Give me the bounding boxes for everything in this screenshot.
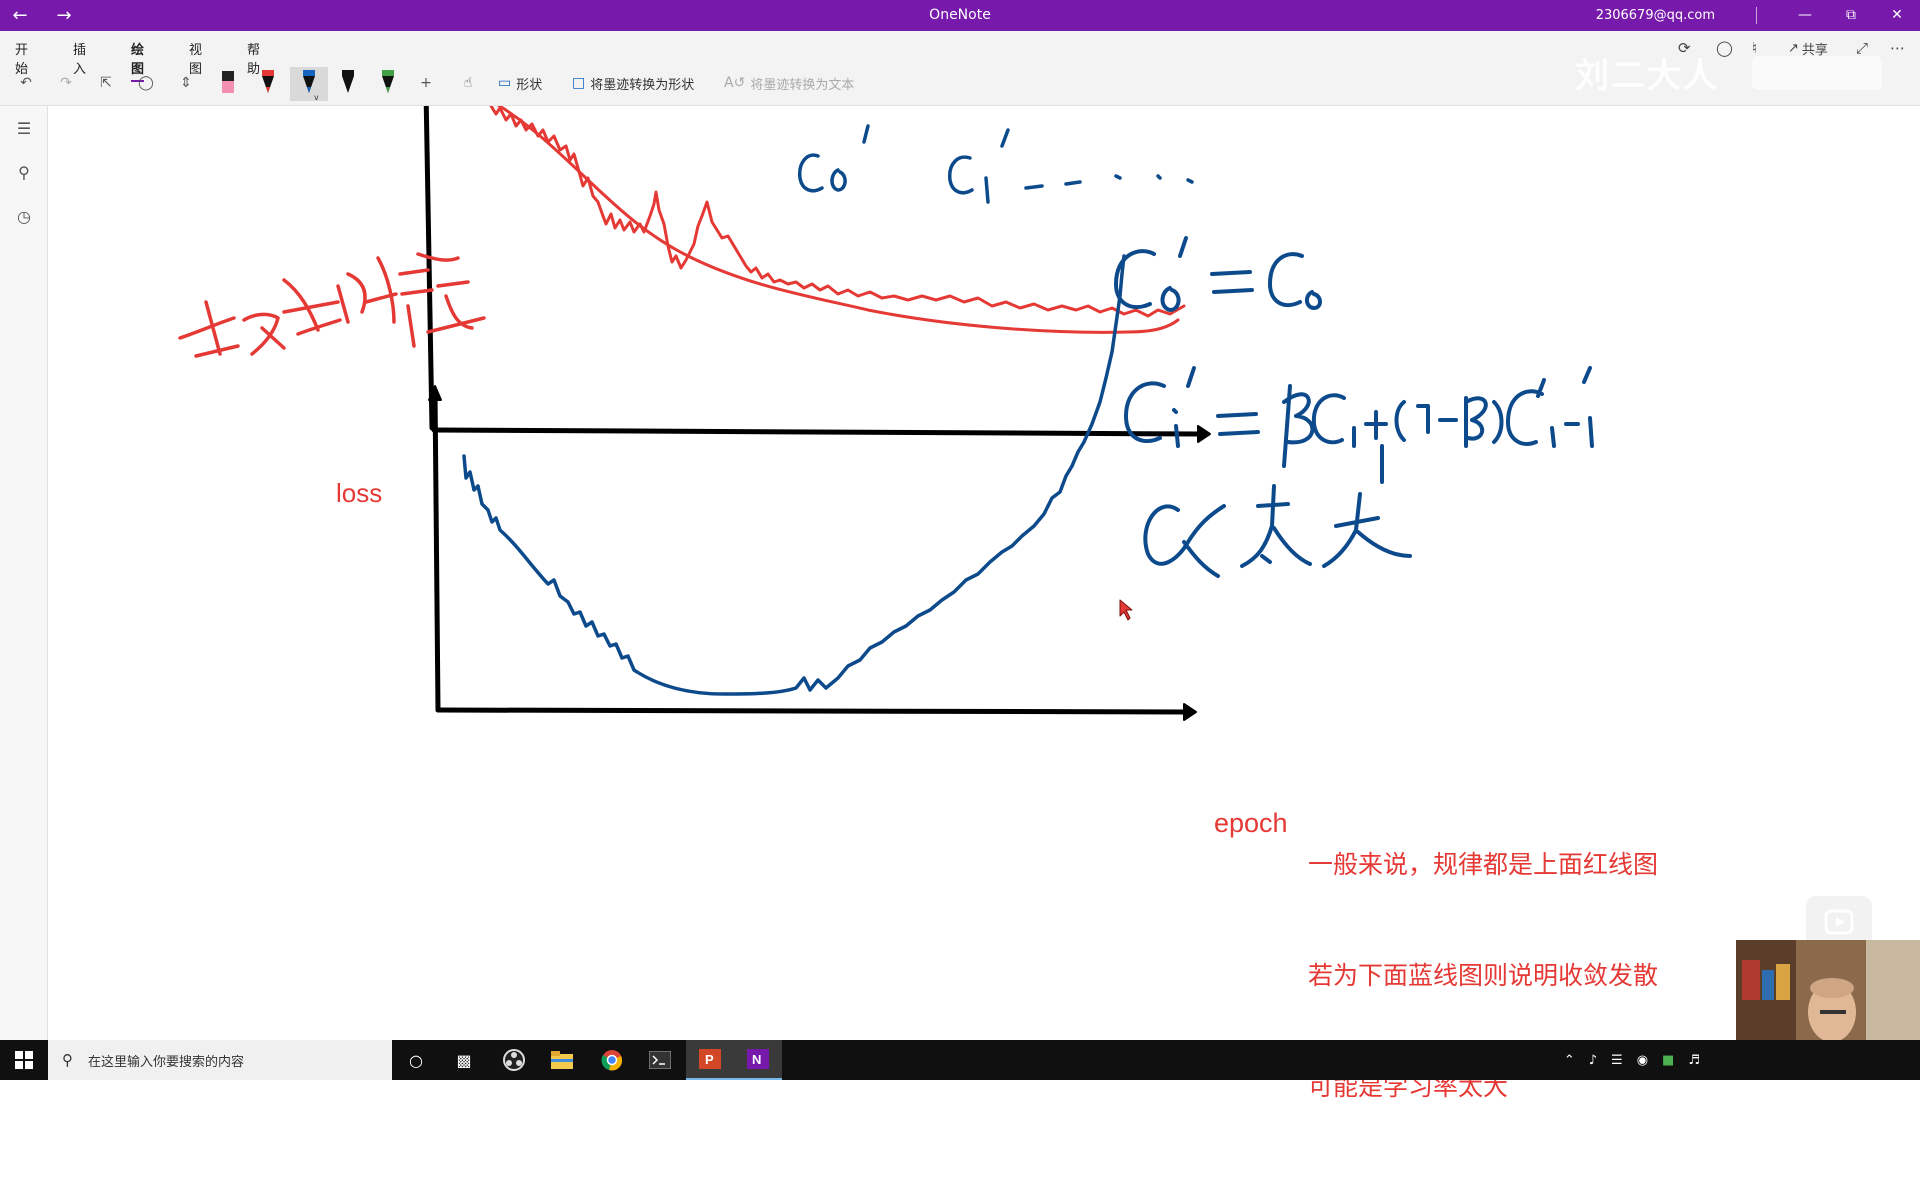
note-line-1: 一般来说，规律都是上面红线图 (1308, 850, 1659, 879)
chrome-icon[interactable] (588, 1040, 636, 1080)
share-icon: ↗ (1788, 40, 1799, 56)
powerpoint-icon[interactable]: P (686, 1040, 734, 1080)
tray-app-icon[interactable]: ◉ (1637, 1053, 1648, 1068)
system-tray: ⌃ ♪ ☰ ◉ ■ ♬ (1564, 1040, 1700, 1080)
title-separator (1756, 7, 1757, 24)
file-explorer-icon[interactable] (538, 1040, 586, 1080)
ink-to-shape-button[interactable]: □ 将墨迹转换为形状 (572, 67, 694, 99)
note-line-2: 若为下面蓝线图则说明收敛发散 (1308, 961, 1659, 990)
alpha-text-char-1 (1240, 484, 1312, 568)
shapes-icon: ▭ (498, 75, 512, 91)
ink-to-shape-icon: □ (572, 75, 586, 91)
network-icon[interactable]: ☰ (1611, 1053, 1623, 1068)
svg-text:v: v (314, 93, 319, 101)
restore-button[interactable]: ⧉ (1828, 0, 1874, 31)
play-icon (1824, 909, 1854, 935)
mouse-cursor-icon (1119, 599, 1133, 621)
formula-ewma (1124, 366, 1594, 484)
epoch-label: epoch (1214, 808, 1288, 838)
watermark-text: 刘二大人 (1575, 56, 1719, 96)
lower-x-axis-arrowhead (1183, 703, 1197, 721)
formula-c0prime-equals-c0 (1114, 236, 1322, 312)
windows-logo-icon (15, 1051, 33, 1069)
upper-x-axis (431, 427, 1203, 437)
minimize-button[interactable]: — (1782, 0, 1828, 31)
volume-icon[interactable]: ♬ (1688, 1053, 1700, 1068)
onenote-icon[interactable]: N (734, 1040, 782, 1080)
ink-to-text-icon: A↺ (724, 75, 746, 91)
formula-c1prime-dots (948, 128, 1194, 204)
chrome-logo (601, 1050, 623, 1071)
ink-to-text-label: 将墨迹转换为文本 (750, 77, 855, 93)
undo-icon[interactable]: ↶ (12, 67, 40, 99)
taskbar: ⚲ 在这里输入你要搜索的内容 ○ ▩ P N ⌃ ♪ ☰ ◉ ■ ♬ (0, 1040, 1920, 1080)
start-button[interactable] (0, 1040, 48, 1080)
alpha-text-char-2 (1322, 492, 1412, 568)
alpha-symbol (1143, 504, 1226, 578)
ink-to-shape-label: 将墨迹转换为形状 (590, 77, 695, 93)
redo-icon[interactable]: ↷ (52, 67, 80, 99)
ink-to-text-button[interactable]: A↺ 将墨迹转换为文本 (724, 67, 854, 99)
microphone-icon[interactable]: ♪ (1589, 1053, 1597, 1068)
svg-text:N: N (752, 1052, 761, 1067)
svg-text:P: P (705, 1052, 714, 1067)
pen-blue-icon: v (303, 70, 319, 101)
search-placeholder: 在这里输入你要搜索的内容 (88, 1054, 245, 1070)
note-canvas[interactable]: loss epoch 一般来说，规律都是上面红线图 若为下面蓝线图则说明收敛发散… (48, 106, 1920, 1101)
terminal-icon[interactable] (636, 1040, 684, 1080)
shapes-label: 形状 (516, 77, 543, 93)
pen-blue[interactable]: v (290, 67, 328, 101)
powerpoint-logo: P (699, 1049, 721, 1069)
add-pen-icon[interactable]: + (412, 67, 440, 99)
onenote-logo: N (747, 1049, 769, 1069)
typed-note: 一般来说，规律都是上面红线图 若为下面蓝线图则说明收敛发散 可能是学习率太大 (1308, 772, 1658, 1179)
highlighter-icon (222, 71, 234, 93)
pen-black[interactable] (332, 67, 364, 101)
type-select-icon[interactable]: ⇱ (92, 67, 120, 99)
upper-y-axis (423, 106, 435, 431)
touch-draw-icon[interactable]: ☝ (454, 67, 482, 99)
recent-icon[interactable]: ◷ (12, 204, 36, 228)
upper-x-axis-arrowhead (1197, 425, 1211, 443)
share-label: 共享 (1801, 42, 1828, 58)
pen-highlighter-pink[interactable] (212, 67, 244, 101)
tray-chevron-icon[interactable]: ⌃ (1564, 1053, 1575, 1068)
red-noisy-curve (489, 106, 1186, 318)
loss-label: loss (336, 478, 383, 508)
search-icon[interactable]: ⚲ (12, 160, 36, 184)
obs-icon[interactable] (490, 1040, 538, 1080)
more-options-icon[interactable]: ⋯ (1890, 35, 1905, 61)
red-smoothed-curve (496, 106, 1180, 334)
title-bar: ← → OneNote 2306679@qq.com — ⧉ ✕ (0, 0, 1920, 31)
watermark-logo (1752, 56, 1882, 90)
taskbar-search-input[interactable]: ⚲ 在这里输入你要搜索的内容 (48, 1040, 392, 1080)
account-email[interactable]: 2306679@qq.com (1596, 0, 1715, 31)
pen-green-icon (382, 70, 394, 93)
obs-logo (503, 1049, 525, 1071)
notebooks-icon[interactable]: ☰ (12, 116, 36, 140)
tray-green-icon[interactable]: ■ (1662, 1053, 1674, 1068)
pen-black-icon (342, 70, 354, 93)
lasso-select-icon[interactable]: ◯ (132, 67, 160, 99)
pen-green[interactable] (372, 67, 404, 101)
cortana-icon[interactable]: ○ (392, 1040, 440, 1080)
pen-red[interactable] (252, 67, 284, 101)
task-view-icon[interactable]: ▩ (440, 1040, 488, 1080)
pen-red-icon (262, 70, 274, 93)
folder-logo (551, 1051, 573, 1069)
search-icon: ⚲ (62, 1051, 73, 1069)
terminal-logo (649, 1051, 671, 1069)
shapes-button[interactable]: ▭ 形状 (498, 67, 542, 99)
red-note-stroke-2 (282, 272, 398, 336)
blue-diverging-curve (462, 254, 1126, 696)
formula-c0prime (798, 124, 870, 193)
red-note-stroke-1 (178, 300, 286, 358)
add-space-icon[interactable]: ⇕ (172, 67, 200, 99)
lower-y-axis (432, 389, 441, 713)
lower-x-axis (435, 707, 1189, 715)
close-button[interactable]: ✕ (1874, 0, 1920, 31)
sidebar: ☰ ⚲ ◷ (0, 106, 48, 1040)
